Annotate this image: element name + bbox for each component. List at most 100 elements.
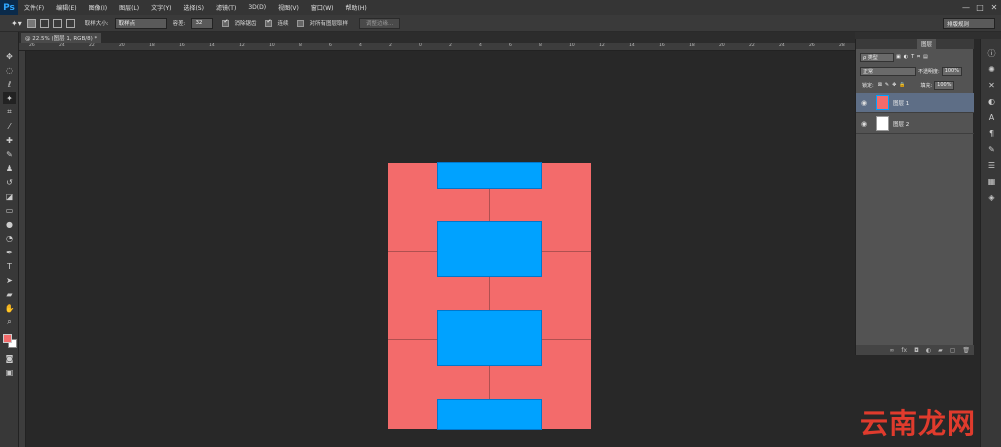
- panel-collapse-bar[interactable]: [855, 32, 1001, 39]
- delete-layer-icon[interactable]: 🗑: [962, 347, 970, 354]
- gradient-tool-icon[interactable]: ▭: [3, 204, 16, 216]
- add-selection-icon[interactable]: [39, 18, 49, 28]
- link-layers-icon[interactable]: ∞: [889, 347, 894, 354]
- menu-view[interactable]: 视图(V): [272, 3, 305, 12]
- move-tool-icon[interactable]: ✥: [3, 50, 16, 62]
- ruler-number: 18: [689, 43, 695, 48]
- info-icon[interactable]: ⓘ: [985, 47, 998, 59]
- brush-preset-icon[interactable]: ✎: [985, 143, 998, 155]
- hand-tool-icon[interactable]: ✋: [3, 302, 16, 314]
- quick-mask-icon[interactable]: ◙: [3, 352, 16, 364]
- antialias-checkbox[interactable]: [222, 18, 230, 27]
- app-logo: Ps: [0, 0, 18, 15]
- opacity-input[interactable]: 100%: [941, 66, 962, 76]
- blue-block: [437, 310, 542, 366]
- properties-icon[interactable]: ☰: [985, 159, 998, 171]
- dodge-tool-icon[interactable]: ◔: [3, 232, 16, 244]
- menu-window[interactable]: 窗口(W): [305, 3, 340, 12]
- shape-tool-icon[interactable]: ▰: [3, 288, 16, 300]
- maximize-button[interactable]: □: [973, 0, 987, 15]
- adjustments-icon[interactable]: ◐: [985, 95, 998, 107]
- brick-line: [489, 366, 490, 399]
- layers-tab[interactable]: 图层: [916, 39, 936, 49]
- sample-all-layers-label: 对所有图层取样: [309, 21, 348, 27]
- blue-block: [437, 399, 542, 430]
- lasso-tool-icon[interactable]: ℓ: [3, 78, 16, 90]
- workspace-select[interactable]: 排版规则: [943, 18, 995, 29]
- menu-help[interactable]: 帮助(H): [340, 3, 373, 12]
- new-selection-icon[interactable]: [26, 18, 36, 28]
- crop-tool-icon[interactable]: ⌗: [3, 106, 16, 118]
- menu-3d[interactable]: 3D(D): [242, 4, 272, 11]
- layer-thumbnail: [876, 95, 889, 110]
- sample-all-layers-checkbox[interactable]: [297, 19, 305, 27]
- ruler-number: 26: [809, 43, 815, 48]
- layer-row[interactable]: ◉ 图层 2: [856, 114, 974, 134]
- layer-style-icon[interactable]: fx: [901, 347, 907, 354]
- pen-tool-icon[interactable]: ✒: [3, 246, 16, 258]
- refine-edge-button[interactable]: 调整边缘...: [358, 17, 401, 29]
- menu-image[interactable]: 图像(I): [83, 3, 113, 12]
- sample-size-select[interactable]: 取样点: [114, 17, 167, 29]
- ruler-number: 12: [239, 43, 245, 48]
- layer-row[interactable]: ◉ 图层 1: [856, 93, 974, 113]
- visibility-eye-icon[interactable]: ◉: [858, 99, 870, 107]
- marquee-tool-icon[interactable]: ◌: [3, 64, 16, 76]
- menu-filter[interactable]: 滤镜(T): [210, 3, 242, 12]
- new-group-icon[interactable]: ▰: [938, 347, 943, 354]
- intersect-selection-icon[interactable]: [65, 18, 75, 28]
- contiguous-checkbox[interactable]: [265, 18, 273, 27]
- channels-icon[interactable]: ▦: [985, 175, 998, 187]
- fill-input[interactable]: 100%: [934, 80, 955, 90]
- character-icon[interactable]: A: [985, 111, 998, 123]
- menu-edit[interactable]: 编辑(E): [50, 3, 82, 12]
- adjustment-layer-icon[interactable]: ◐: [926, 347, 931, 354]
- tools-icon[interactable]: ✕: [985, 79, 998, 91]
- magic-wand-tool-icon[interactable]: ✦▾: [11, 19, 22, 28]
- document-tab[interactable]: @ 22.5% (图层 1, RGB/8) *: [21, 33, 102, 43]
- eraser-tool-icon[interactable]: ◪: [3, 190, 16, 202]
- antialias-label: 消除锯齿: [234, 21, 257, 27]
- history-brush-tool-icon[interactable]: ↺: [3, 176, 16, 188]
- healing-brush-tool-icon[interactable]: ✚: [3, 134, 16, 146]
- tolerance-input[interactable]: 32: [191, 17, 214, 29]
- visibility-eye-icon[interactable]: ◉: [858, 120, 870, 128]
- menu-select[interactable]: 选择(S): [177, 3, 210, 12]
- ruler-number: 12: [599, 43, 605, 48]
- brush-tool-icon[interactable]: ✎: [3, 148, 16, 160]
- stamp-tool-icon[interactable]: ♟: [3, 162, 16, 174]
- screen-mode-icon[interactable]: ▣: [3, 366, 16, 378]
- layer-filter-select[interactable]: ρ 类型: [860, 52, 894, 62]
- layers-icon[interactable]: ◈: [985, 191, 998, 203]
- zoom-tool-icon[interactable]: ⌕: [3, 316, 16, 328]
- layer-thumbnail: [876, 116, 889, 131]
- magic-wand-tool-icon[interactable]: ✦: [3, 92, 16, 104]
- menu-layer[interactable]: 图层(L): [113, 3, 145, 12]
- menu-file[interactable]: 文件(F): [18, 3, 50, 12]
- ruler-number: 10: [269, 43, 275, 48]
- new-layer-icon[interactable]: ▢: [950, 347, 956, 354]
- blend-mode-select[interactable]: 正常: [860, 66, 916, 76]
- ruler-number: 8: [299, 43, 302, 48]
- lock-icons[interactable]: ⊠✎✥🔒: [878, 82, 909, 88]
- fill-label: 填充:: [920, 82, 933, 89]
- blur-tool-icon[interactable]: ●: [3, 218, 16, 230]
- menu-bar: Ps 文件(F) 编辑(E) 图像(I) 图层(L) 文字(Y) 选择(S) 滤…: [0, 0, 1001, 15]
- eyedropper-tool-icon[interactable]: ⁄: [3, 120, 16, 132]
- foreground-color-swatch[interactable]: [3, 334, 12, 343]
- document-canvas[interactable]: [388, 162, 591, 430]
- subtract-selection-icon[interactable]: [52, 18, 62, 28]
- ruler-number: 4: [479, 43, 482, 48]
- watermark-logo: 云南龙网: [860, 407, 977, 440]
- close-button[interactable]: ✕: [987, 0, 1001, 15]
- path-selection-tool-icon[interactable]: ➤: [3, 274, 16, 286]
- ruler-number: 16: [179, 43, 185, 48]
- color-icon[interactable]: ✺: [985, 63, 998, 75]
- menu-type[interactable]: 文字(Y): [145, 3, 177, 12]
- filter-icons[interactable]: ▣◐T⌗▤: [896, 54, 931, 60]
- layers-panel-header: 图层: [856, 39, 974, 49]
- minimize-button[interactable]: —: [959, 0, 973, 15]
- add-mask-icon[interactable]: ◘: [914, 347, 919, 354]
- paragraph-icon[interactable]: ¶: [985, 127, 998, 139]
- type-tool-icon[interactable]: T: [3, 260, 16, 272]
